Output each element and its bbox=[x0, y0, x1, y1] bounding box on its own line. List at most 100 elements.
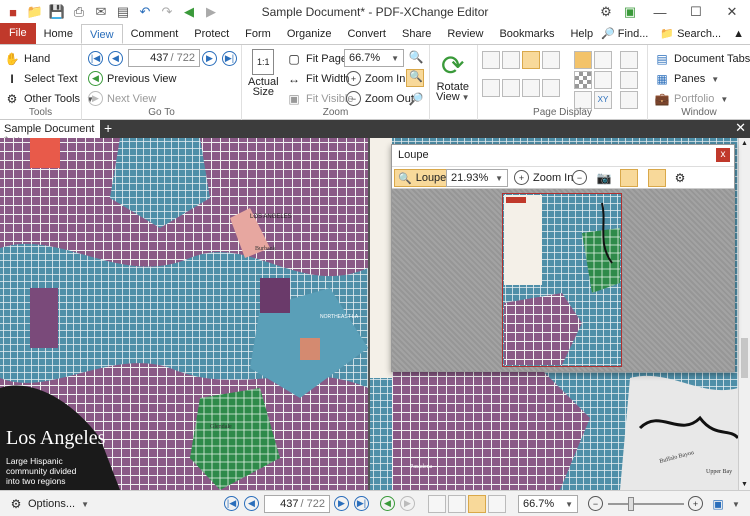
single-page-button[interactable] bbox=[482, 51, 500, 69]
status-continuous-button[interactable] bbox=[448, 495, 466, 513]
previous-view-button[interactable]: ◀ Previous View bbox=[88, 71, 177, 86]
zoom-level-input[interactable]: 66.7% ▼ bbox=[344, 49, 404, 67]
grid-button[interactable] bbox=[594, 51, 612, 69]
status-next-page-button[interactable]: ▶ bbox=[334, 496, 349, 511]
status-two-page-continuous-button[interactable] bbox=[488, 495, 506, 513]
fit-page-button[interactable]: ▢ Fit Page bbox=[286, 51, 347, 67]
status-zoom-input[interactable]: 66.7% ▼ bbox=[518, 495, 578, 513]
new-tab-icon[interactable]: + bbox=[104, 120, 112, 136]
tab-review[interactable]: Review bbox=[439, 24, 491, 44]
find-button[interactable]: 🔎 Find... bbox=[601, 27, 648, 41]
loupe-close-button[interactable]: x bbox=[716, 148, 730, 162]
tab-bookmarks[interactable]: Bookmarks bbox=[491, 24, 562, 44]
status-first-page-button[interactable]: |◀ bbox=[224, 496, 239, 511]
status-page-input[interactable]: 437/ 722 bbox=[264, 495, 330, 513]
hand-tool-button[interactable]: ✋ Hand bbox=[4, 51, 51, 67]
forward-icon[interactable]: ▶ bbox=[202, 3, 220, 21]
ruler-button[interactable] bbox=[574, 51, 592, 69]
undo-icon[interactable]: ↶ bbox=[136, 3, 154, 21]
loupe-mode-button[interactable]: 🔍 Loupe bbox=[394, 169, 451, 187]
fullscreen-icon[interactable]: ▣ bbox=[618, 0, 642, 24]
rotate-view-button[interactable]: ⟳ Rotate View ▼ bbox=[436, 51, 470, 104]
status-fullscreen-button[interactable]: ▣ ▼ bbox=[710, 496, 740, 512]
prev-page-button[interactable]: ◀ bbox=[108, 51, 123, 66]
loupe-zoom-in-button[interactable]: + Zoom In bbox=[514, 170, 573, 185]
vertical-scrollbar[interactable]: ▲ ▼ bbox=[738, 138, 750, 490]
split-view-button[interactable] bbox=[482, 79, 500, 97]
save-icon[interactable]: 💾 bbox=[48, 3, 66, 21]
email-icon[interactable]: ✉ bbox=[92, 3, 110, 21]
portfolio-button[interactable]: 💼 Portfolio ▼ bbox=[654, 91, 729, 107]
zoom-in-button[interactable]: + Zoom In bbox=[346, 71, 405, 86]
next-page-button[interactable]: ▶ bbox=[202, 51, 217, 66]
zoom-out-button[interactable]: − Zoom Out bbox=[346, 91, 414, 106]
tab-convert[interactable]: Convert bbox=[339, 24, 394, 44]
other-tools-button[interactable]: ⚙ Other Tools ▼ bbox=[4, 91, 94, 107]
maximize-button[interactable]: ☐ bbox=[678, 0, 714, 24]
cover-page-button[interactable] bbox=[502, 79, 520, 97]
two-page-button[interactable] bbox=[522, 51, 540, 69]
search-button[interactable]: 📁 Search... bbox=[660, 27, 721, 41]
panes-button[interactable]: ▦ Panes ▼ bbox=[654, 71, 719, 87]
status-two-page-button[interactable] bbox=[468, 495, 486, 513]
tab-share[interactable]: Share bbox=[394, 24, 439, 44]
zoom-slider[interactable] bbox=[608, 497, 684, 511]
loupe-snapshot-button[interactable]: 📷 bbox=[596, 170, 612, 186]
options-button[interactable]: ⚙ Options... ▼ bbox=[8, 496, 89, 512]
close-button[interactable]: ✕ bbox=[714, 0, 750, 24]
zoom-slider-thumb[interactable] bbox=[628, 497, 634, 511]
loupe-lock-button[interactable] bbox=[620, 169, 638, 187]
next-view-button[interactable]: ▶ Next View bbox=[88, 91, 156, 106]
pan-zoom-button[interactable]: 🔎 bbox=[408, 91, 424, 107]
back-icon[interactable]: ◀ bbox=[180, 3, 198, 21]
tab-home[interactable]: Home bbox=[36, 24, 81, 44]
zoom-search-button[interactable]: 🔍 bbox=[408, 49, 424, 65]
loupe-toggle-button[interactable]: 🔍 bbox=[406, 69, 424, 87]
tab-organize[interactable]: Organize bbox=[279, 24, 340, 44]
tab-comment[interactable]: Comment bbox=[123, 24, 187, 44]
document-tabs-button[interactable]: ▤ Document Tabs bbox=[654, 51, 750, 67]
status-forward-button[interactable]: ▶ bbox=[400, 496, 415, 511]
rtl-button[interactable] bbox=[542, 79, 560, 97]
print-icon[interactable]: ⎙ bbox=[70, 3, 88, 21]
two-page-continuous-button[interactable] bbox=[542, 51, 560, 69]
loupe-window[interactable]: Loupe x 🔍 Loupe 21.93% ▼ + Zoom In − 📷 ⚙ bbox=[391, 144, 735, 372]
tab-help[interactable]: Help bbox=[562, 24, 601, 44]
status-back-button[interactable]: ◀ bbox=[380, 496, 395, 511]
tab-view[interactable]: View bbox=[80, 24, 123, 44]
status-zoom-out-button[interactable]: − bbox=[588, 496, 603, 511]
open-folder-icon[interactable]: 📁 bbox=[26, 3, 44, 21]
transparency-grid-button[interactable] bbox=[574, 71, 592, 89]
fit-width-button[interactable]: ↔ Fit Width bbox=[286, 71, 349, 87]
status-last-page-button[interactable]: ▶| bbox=[354, 496, 369, 511]
snap-button[interactable] bbox=[594, 71, 612, 89]
scan-icon[interactable]: ▤ bbox=[114, 3, 132, 21]
loupe-track-button[interactable] bbox=[648, 169, 666, 187]
first-page-button[interactable]: |◀ bbox=[88, 51, 103, 66]
tab-file[interactable]: File bbox=[0, 23, 36, 44]
ribbon-collapse-icon[interactable]: ▲ bbox=[733, 28, 744, 40]
status-zoom-in-button[interactable]: + bbox=[688, 496, 703, 511]
scroll-down-icon[interactable]: ▼ bbox=[741, 481, 748, 488]
last-page-button[interactable]: ▶| bbox=[222, 51, 237, 66]
loupe-options-button[interactable]: ⚙ bbox=[672, 170, 688, 186]
close-all-tabs-icon[interactable]: ✕ bbox=[735, 120, 746, 136]
loupe-title-bar[interactable]: Loupe x bbox=[392, 145, 734, 167]
guides-button[interactable] bbox=[620, 51, 638, 69]
actual-size-button[interactable]: 1:1 Actual Size bbox=[248, 49, 279, 98]
page-number-input[interactable]: 437/ 722 bbox=[128, 49, 200, 67]
minimize-button[interactable]: — bbox=[642, 0, 678, 24]
loupe-zoom-out-button[interactable]: − bbox=[572, 170, 587, 185]
status-prev-page-button[interactable]: ◀ bbox=[244, 496, 259, 511]
loupe-zoom-input[interactable]: 21.93% ▼ bbox=[446, 169, 508, 187]
document-tab[interactable]: Sample Document *✕ bbox=[0, 120, 100, 147]
select-text-button[interactable]: I Select Text bbox=[4, 71, 77, 87]
fit-visible-button[interactable]: ▣ Fit Visible bbox=[286, 91, 353, 107]
tab-form[interactable]: Form bbox=[237, 24, 279, 44]
redo-icon[interactable]: ↷ bbox=[158, 3, 176, 21]
loupe-preview[interactable] bbox=[392, 189, 734, 371]
gap-button[interactable] bbox=[522, 79, 540, 97]
settings-icon[interactable]: ⚙ bbox=[594, 0, 618, 24]
continuous-page-button[interactable] bbox=[502, 51, 520, 69]
scroll-up-icon[interactable]: ▲ bbox=[741, 140, 748, 147]
